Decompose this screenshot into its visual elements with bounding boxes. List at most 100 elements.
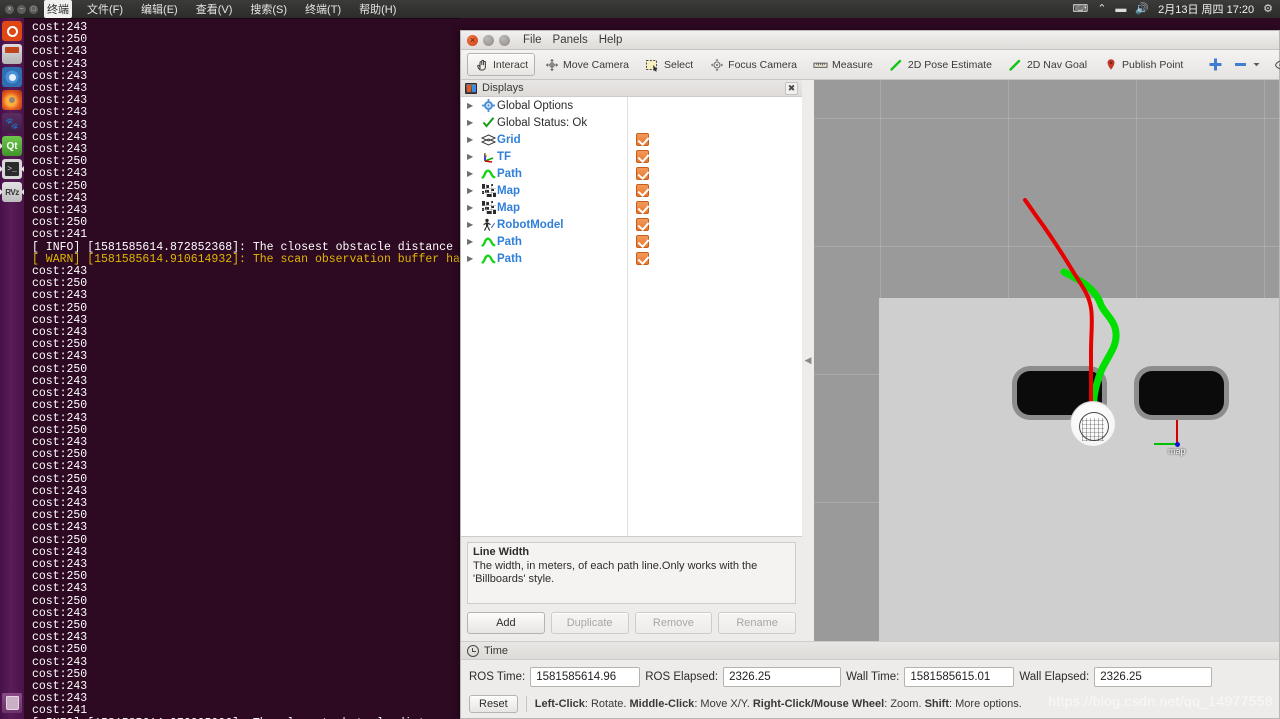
display-tree-row[interactable]: ▶ Map	[461, 182, 802, 199]
close-icon[interactable]: ×	[5, 4, 14, 14]
display-tree-row[interactable]: ▶ TF	[461, 148, 802, 165]
chevron-right-icon[interactable]: ▶	[467, 254, 480, 263]
render-view-3d[interactable]: map	[814, 80, 1279, 641]
wifi-icon[interactable]: ⌃	[1097, 3, 1106, 15]
chevron-right-icon[interactable]: ▶	[467, 237, 480, 246]
chevron-right-icon[interactable]: ▶	[467, 135, 480, 144]
displays-button-row[interactable]: Add Duplicate Remove Rename	[461, 604, 802, 641]
menu-view[interactable]: 查看(V)	[193, 0, 236, 18]
launcher-item-qt[interactable]: Qt	[0, 136, 24, 156]
time-fields-row[interactable]: ROS Time: 1581585614.96 ROS Elapsed: 232…	[461, 660, 1279, 693]
battery-icon[interactable]: ▬	[1115, 3, 1126, 15]
wall-elapsed-input[interactable]: 2326.25	[1094, 667, 1213, 687]
menubar-app-name[interactable]: 终端	[44, 0, 72, 18]
menu-panels[interactable]: Panels	[553, 34, 588, 46]
window-controls-group[interactable]: × − □	[0, 4, 44, 14]
menu-terminal[interactable]: 终端(T)	[302, 0, 344, 18]
reset-button[interactable]: Reset	[469, 695, 518, 713]
menu-help[interactable]: 帮助(H)	[356, 0, 399, 18]
launcher-item-firefox[interactable]	[0, 90, 24, 110]
display-item-path[interactable]: ▶ Path	[461, 165, 802, 182]
ros-time-input[interactable]: 1581585614.96	[530, 667, 641, 687]
tool-focus-camera[interactable]: Focus Camera	[702, 53, 804, 76]
minimize-icon[interactable]	[483, 34, 494, 46]
ros-elapsed-input[interactable]: 2326.25	[723, 667, 842, 687]
collapse-left-panel-icon[interactable]: ◀	[805, 355, 812, 366]
plus-icon[interactable]	[1208, 57, 1223, 72]
display-item-global-status-ok[interactable]: ▶ Global Status: Ok	[461, 114, 802, 131]
ubuntu-dash-icon[interactable]	[2, 21, 22, 41]
display-enable-checkbox[interactable]	[636, 218, 649, 231]
chevron-right-icon[interactable]: ▶	[467, 186, 480, 195]
terminal-menubar[interactable]: 终端 文件(F) 编辑(E) 查看(V) 搜索(S) 终端(T) 帮助(H)	[44, 0, 399, 18]
files-icon[interactable]	[2, 44, 22, 64]
chevron-right-icon[interactable]: ▶	[467, 118, 480, 127]
terminal-icon[interactable]: >_	[2, 159, 22, 179]
rviz-window[interactable]: File Panels Help Interact Move Camera	[460, 30, 1280, 719]
launcher-item-gimp[interactable]	[0, 113, 24, 133]
display-item-map[interactable]: ▶ Map	[461, 182, 802, 199]
display-enable-checkbox[interactable]	[636, 252, 649, 265]
display-tree-row[interactable]: ▶ Path	[461, 233, 802, 250]
chevron-right-icon[interactable]: ▶	[467, 152, 480, 161]
maximize-icon[interactable]	[499, 34, 510, 46]
tool-move-camera[interactable]: Move Camera	[537, 53, 636, 76]
dock-splitter[interactable]: ◀	[802, 80, 814, 641]
display-enable-checkbox[interactable]	[636, 235, 649, 248]
display-tree-row[interactable]: ▶ Path	[461, 165, 802, 182]
firefox-icon[interactable]	[2, 90, 22, 110]
keyboard-icon[interactable]: ⌨	[1072, 3, 1088, 15]
display-tree-row[interactable]: ▶ Grid	[461, 131, 802, 148]
display-enable-checkbox[interactable]	[636, 133, 649, 146]
chevron-down-icon[interactable]	[1249, 57, 1264, 72]
display-item-grid[interactable]: ▶ Grid	[461, 131, 802, 148]
add-tool-button[interactable]	[1204, 54, 1227, 75]
launcher-item-rviz[interactable]: RVz	[0, 182, 24, 202]
gimp-icon[interactable]	[2, 113, 22, 133]
chevron-right-icon[interactable]: ▶	[467, 101, 480, 110]
gear-icon[interactable]: ⚙	[1263, 3, 1273, 15]
menu-file[interactable]: File	[523, 34, 542, 46]
system-clock[interactable]: 2月13日 周四 17:20	[1158, 1, 1254, 17]
menu-search[interactable]: 搜索(S)	[247, 0, 290, 18]
displays-tree[interactable]: ▶ Global Options ▶ Global Status: Ok ▶ Grid ▶ T…	[461, 97, 802, 537]
close-icon[interactable]	[467, 34, 478, 46]
display-enable-checkbox[interactable]	[636, 201, 649, 214]
add-button[interactable]: Add	[467, 612, 545, 634]
tool-2d-pose-estimate[interactable]: 2D Pose Estimate	[882, 53, 999, 76]
menu-edit[interactable]: 编辑(E)	[138, 0, 181, 18]
display-tree-row[interactable]: ▶ RobotModel	[461, 216, 802, 233]
tool-interact[interactable]: Interact	[467, 53, 536, 76]
view-options-button[interactable]	[1270, 54, 1280, 75]
menu-file[interactable]: 文件(F)	[84, 0, 126, 18]
close-icon[interactable]: ✖	[785, 81, 798, 95]
display-tree-row[interactable]: ▶ Path	[461, 250, 802, 267]
chevron-right-icon[interactable]: ▶	[467, 169, 480, 178]
launcher-item-terminal[interactable]: >_	[0, 159, 24, 179]
tool-select[interactable]: Select	[638, 53, 700, 76]
system-indicators[interactable]: ⌨ ⌃ ▬ 🔊 2月13日 周四 17:20 ⚙	[1072, 1, 1280, 17]
remove-tool-button[interactable]	[1229, 54, 1268, 75]
launcher-item-ubuntu-dash[interactable]	[0, 21, 24, 41]
eye-icon[interactable]	[1274, 57, 1280, 72]
display-enable-checkbox[interactable]	[636, 150, 649, 163]
tool-measure[interactable]: Measure	[806, 53, 880, 76]
rviz-icon[interactable]: RVz	[2, 182, 22, 202]
maximize-icon[interactable]: □	[29, 4, 38, 14]
display-item-map[interactable]: ▶ Map	[461, 199, 802, 216]
chevron-right-icon[interactable]: ▶	[467, 220, 480, 229]
display-tree-row[interactable]: ▶ Global Status: Ok	[461, 114, 802, 131]
display-enable-checkbox[interactable]	[636, 167, 649, 180]
terminal-window[interactable]: cost:243 cost:250 cost:243 cost:243 cost:243…	[24, 18, 460, 719]
display-enable-checkbox[interactable]	[636, 184, 649, 197]
wall-time-input[interactable]: 1581585615.01	[904, 667, 1015, 687]
launcher-item-files[interactable]	[0, 44, 24, 64]
unity-launcher[interactable]: Qt >_ RVz	[0, 18, 24, 719]
minus-icon[interactable]	[1233, 57, 1248, 72]
display-item-tf[interactable]: ▶ TF	[461, 148, 802, 165]
display-tree-row[interactable]: ▶ Global Options	[461, 97, 802, 114]
toolbar-grip-handle[interactable]	[463, 56, 465, 74]
minimize-icon[interactable]: −	[17, 4, 26, 14]
qt-icon[interactable]: Qt	[2, 136, 22, 156]
tool-publish-point[interactable]: Publish Point	[1096, 53, 1190, 76]
